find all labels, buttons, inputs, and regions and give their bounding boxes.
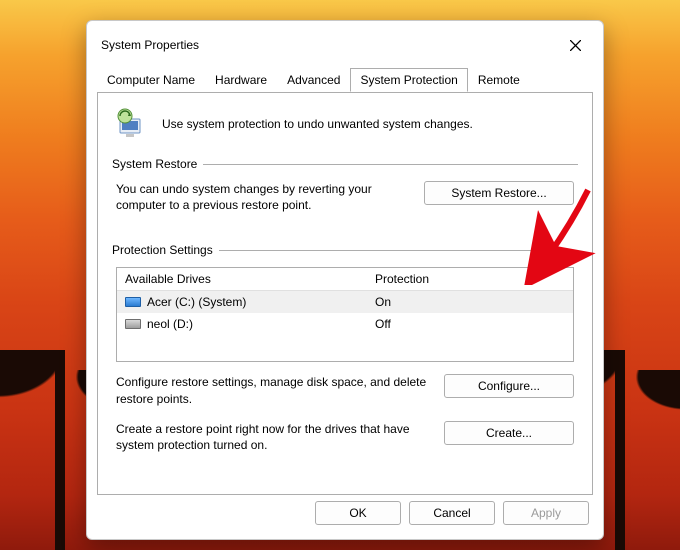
- create-button-label: Create...: [486, 426, 532, 440]
- drives-header: Available Drives Protection: [117, 268, 573, 291]
- divider: [203, 164, 578, 165]
- system-protection-icon: [114, 107, 148, 141]
- close-button[interactable]: [561, 31, 589, 59]
- intro-text: Use system protection to undo unwanted s…: [162, 117, 473, 131]
- tab-remote[interactable]: Remote: [468, 68, 530, 92]
- apply-button: Apply: [503, 501, 589, 525]
- system-restore-button-label: System Restore...: [451, 186, 546, 200]
- window-title: System Properties: [101, 38, 199, 52]
- table-row[interactable]: neol (D:) Off: [117, 313, 573, 335]
- tab-hardware[interactable]: Hardware: [205, 68, 277, 92]
- intro-row: Use system protection to undo unwanted s…: [112, 103, 578, 155]
- drive-name: neol (D:): [147, 317, 193, 331]
- tab-panel-system-protection: Use system protection to undo unwanted s…: [97, 92, 593, 495]
- configure-button-label: Configure...: [478, 379, 540, 393]
- restore-description: You can undo system changes by reverting…: [116, 181, 412, 213]
- header-available-drives: Available Drives: [117, 268, 367, 290]
- drive-status: Off: [367, 315, 573, 333]
- group-label-restore: System Restore: [112, 157, 197, 171]
- header-protection: Protection: [367, 268, 573, 290]
- group-system-restore: System Restore You can undo system chang…: [112, 157, 578, 213]
- drive-status: On: [367, 293, 573, 311]
- close-icon: [570, 40, 581, 51]
- configure-button[interactable]: Configure...: [444, 374, 574, 398]
- group-protection-settings: Protection Settings Available Drives Pro…: [112, 243, 578, 453]
- drive-icon: [125, 319, 141, 329]
- system-properties-dialog: System Properties Computer Name Hardware…: [86, 20, 604, 540]
- create-button[interactable]: Create...: [444, 421, 574, 445]
- tab-system-protection[interactable]: System Protection: [350, 68, 467, 92]
- configure-description: Configure restore settings, manage disk …: [116, 374, 432, 406]
- tabstrip: Computer Name Hardware Advanced System P…: [87, 68, 603, 93]
- create-description: Create a restore point right now for the…: [116, 421, 432, 453]
- dialog-footer: OK Cancel Apply: [87, 501, 603, 539]
- cancel-button[interactable]: Cancel: [409, 501, 495, 525]
- system-restore-button[interactable]: System Restore...: [424, 181, 574, 205]
- drives-body[interactable]: Acer (C:) (System) On neol (D:) Off: [117, 291, 573, 361]
- titlebar: System Properties: [87, 21, 603, 67]
- tab-advanced[interactable]: Advanced: [277, 68, 350, 92]
- ok-button[interactable]: OK: [315, 501, 401, 525]
- apply-button-label: Apply: [531, 506, 561, 520]
- divider: [219, 250, 578, 251]
- drive-name: Acer (C:) (System): [147, 295, 246, 309]
- drive-icon: [125, 297, 141, 307]
- table-row[interactable]: Acer (C:) (System) On: [117, 291, 573, 313]
- tab-computer-name[interactable]: Computer Name: [97, 68, 205, 92]
- group-label-protection: Protection Settings: [112, 243, 213, 257]
- drives-table: Available Drives Protection Acer (C:) (S…: [116, 267, 574, 362]
